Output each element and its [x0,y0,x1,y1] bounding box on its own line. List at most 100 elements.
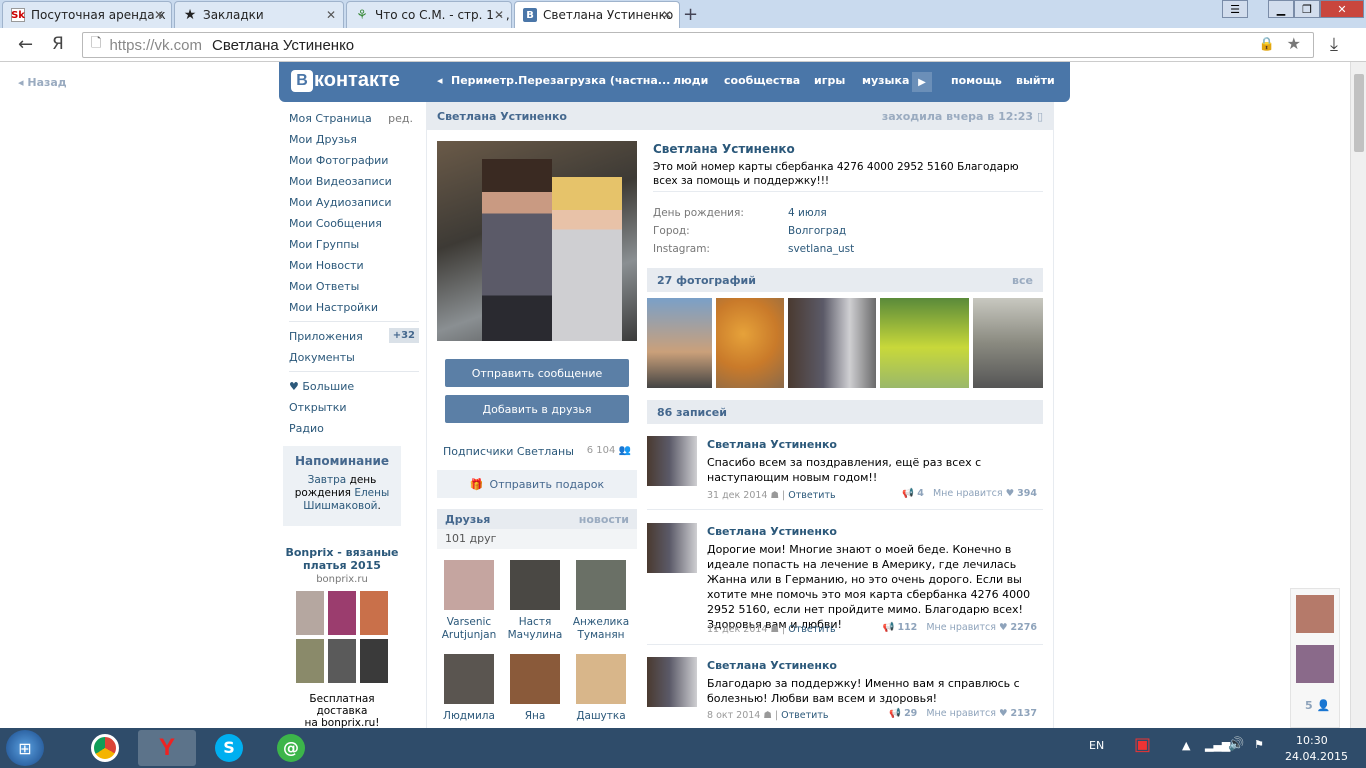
chrome-icon[interactable] [76,730,134,766]
online-count[interactable]: 5 👤 [1305,699,1330,712]
vk-logo[interactable]: Вконтакте [291,69,400,92]
close-icon[interactable]: ✕ [154,8,164,22]
tab-forum[interactable]: ⚘ Что со С.М. - стр. 1 - , ✕ [346,1,512,28]
menu-photos[interactable]: Мои Фотографии [289,150,419,171]
ad-image[interactable] [296,591,388,683]
play-icon[interactable]: ▶ [912,72,932,92]
prev-track-icon[interactable]: ◂ [437,74,443,87]
nav-games[interactable]: игры [814,74,845,87]
clock-time[interactable]: 10:30 [1296,734,1328,747]
chat-avatar[interactable] [1296,595,1334,633]
tab-rental[interactable]: Sk Посуточная аренда к ✕ [2,1,172,28]
post-avatar[interactable] [647,523,697,573]
menu-bolshie[interactable]: ♥ Большие [289,376,419,397]
menu-settings[interactable]: Мои Настройки [289,297,419,318]
menu-messages[interactable]: Мои Сообщения [289,213,419,234]
skype-icon[interactable]: S [200,730,258,766]
ad-block[interactable]: Bonprix - вязаные платья 2015 bonprix.ru… [283,546,401,728]
new-tab-button[interactable]: + [683,4,698,25]
ad-title[interactable]: Bonprix - вязаные платья 2015 [283,546,401,572]
back-arrow-icon[interactable]: ← [18,34,33,55]
friends-title[interactable]: Друзья [445,513,490,526]
url-field[interactable]: 🗋 https://vk.com Светлана Устиненко 🔒 ★ [82,32,1314,58]
post-text: Дорогие мои! Многие знают о моей беде. К… [707,543,1031,631]
menu-videos[interactable]: Мои Видеозаписи [289,171,419,192]
friend-card[interactable]: Дашутка [571,654,631,723]
friend-card[interactable]: Людмила [439,654,499,723]
close-icon[interactable]: ✕ [494,8,504,22]
language-indicator[interactable]: EN [1089,739,1104,752]
notification-app-icon[interactable]: ▣ [1134,734,1151,755]
icq-agent-icon[interactable]: @ [262,730,320,766]
post-author[interactable]: Светлана Устиненко [707,659,837,672]
reply-link[interactable]: Ответить [788,490,835,501]
friend-card[interactable]: Настя Мачулина [505,560,565,642]
edit-link[interactable]: ред. [388,112,413,125]
close-icon[interactable]: ✕ [326,8,336,22]
photo-thumb[interactable] [716,298,784,388]
friends-news-link[interactable]: новости [579,513,629,526]
close-icon[interactable]: ✕ [662,8,672,22]
maximize-button[interactable]: ❐ [1294,0,1320,18]
nav-logout[interactable]: выйти [1016,74,1055,87]
tab-bookmarks[interactable]: ★ Закладки ✕ [174,1,344,28]
start-button[interactable]: ⊞ [6,730,44,766]
post-avatar[interactable] [647,657,697,707]
volume-icon[interactable]: 🔊 [1228,737,1244,752]
scrollbar[interactable] [1350,62,1366,728]
reply-link[interactable]: Ответить [788,624,835,635]
profile-photo[interactable] [437,141,637,341]
back-link[interactable]: ◂ Назад [18,76,67,89]
nav-help[interactable]: помощь [951,74,1002,87]
send-message-button[interactable]: Отправить сообщение [445,359,629,387]
friend-card[interactable]: Varsenic Arutjunjan [439,560,499,642]
yandex-button[interactable]: Я [52,34,64,54]
close-window-button[interactable]: ✕ [1320,0,1364,18]
photo-thumb[interactable] [647,298,713,388]
nav-communities[interactable]: сообщества [724,74,800,87]
minimize-button[interactable]: ▁ [1268,0,1294,18]
menu-button[interactable]: ☰ [1222,0,1248,18]
show-hidden-icon[interactable]: ▲ [1182,739,1190,752]
nav-people[interactable]: люди [673,74,708,87]
wall-post: Светлана Устиненко Дорогие мои! Многие з… [647,523,1043,645]
photos-header[interactable]: 27 фотографий все [647,268,1043,292]
download-icon[interactable]: ⤓ [1330,34,1338,55]
photo-thumb[interactable] [972,298,1044,388]
menu-docs[interactable]: Документы [289,347,419,368]
friend-avatar [444,560,494,610]
reply-link[interactable]: Ответить [781,710,828,721]
action-center-icon[interactable]: ⚑ [1254,738,1264,751]
tab-vk-profile[interactable]: В Светлана Устиненко ✕ [514,1,680,28]
yandex-browser-icon[interactable]: Y [138,730,196,766]
followers-row[interactable]: Подписчики Светланы 6 104 👥 [443,445,631,458]
network-icon[interactable]: ▂▄▆ [1205,739,1230,752]
add-friend-button[interactable]: Добавить в друзья [445,395,629,423]
menu-news[interactable]: Мои Новости [289,255,419,276]
birthday-name[interactable]: Елены [354,487,389,499]
friend-card[interactable]: Анжелика Туманян [571,560,631,642]
scroll-thumb[interactable] [1354,74,1364,152]
profile-status[interactable]: Это мой номер карты сбербанка 4276 4000 … [653,160,1043,188]
menu-groups[interactable]: Мои Группы [289,234,419,255]
wall-header[interactable]: 86 записей [647,400,1043,424]
photo-thumb[interactable] [879,298,969,388]
send-gift-button[interactable]: 🎁 Отправить подарок [437,470,637,498]
photo-thumb[interactable] [787,298,876,388]
menu-audio[interactable]: Мои Аудиозаписи [289,192,419,213]
menu-friends[interactable]: Мои Друзья [289,129,419,150]
menu-cards[interactable]: Открытки [289,397,419,418]
friend-card[interactable]: Яна [505,654,565,723]
post-avatar[interactable] [647,436,697,486]
friend-avatar [576,560,626,610]
nav-music[interactable]: музыка [862,74,909,87]
bookmark-star-icon[interactable]: ★ [1287,34,1301,54]
post-author[interactable]: Светлана Устиненко [707,438,837,451]
chat-avatar[interactable] [1296,645,1334,683]
post-author[interactable]: Светлана Устиненко [707,525,837,538]
menu-radio[interactable]: Радио [289,418,419,439]
clock-date[interactable]: 24.04.2015 [1285,750,1348,763]
gift-icon: 🎁 [469,477,484,491]
now-playing[interactable]: Периметр.Перезагрузка (частна... [451,74,670,87]
menu-answers[interactable]: Мои Ответы [289,276,419,297]
